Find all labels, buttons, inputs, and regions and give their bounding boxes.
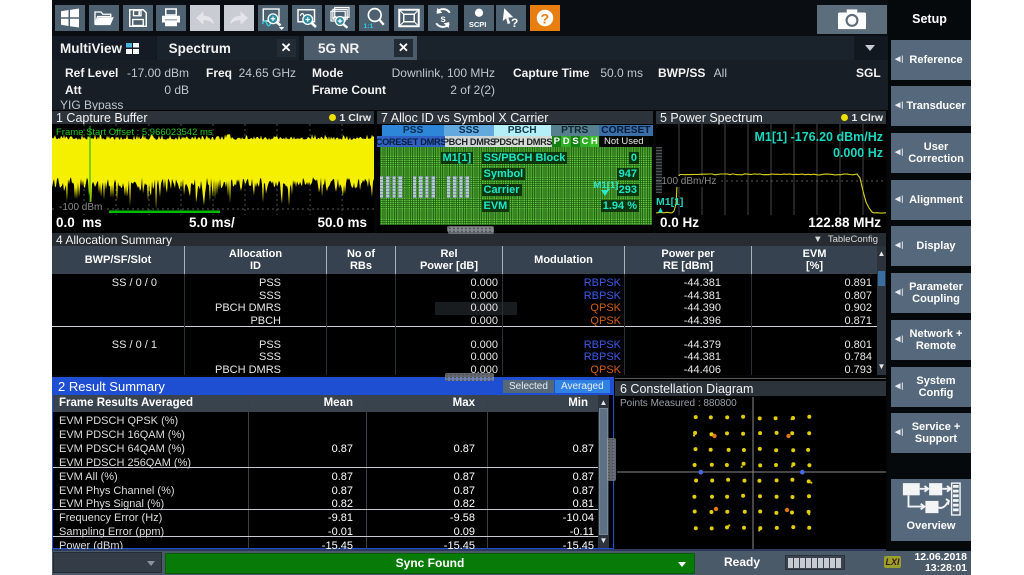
svg-text:?: ? (511, 16, 518, 30)
svg-text:?: ? (541, 11, 550, 27)
svg-text:s: s (440, 14, 446, 25)
svg-text:SCPI: SCPI (469, 20, 487, 29)
svg-text:1:1: 1:1 (364, 23, 374, 30)
